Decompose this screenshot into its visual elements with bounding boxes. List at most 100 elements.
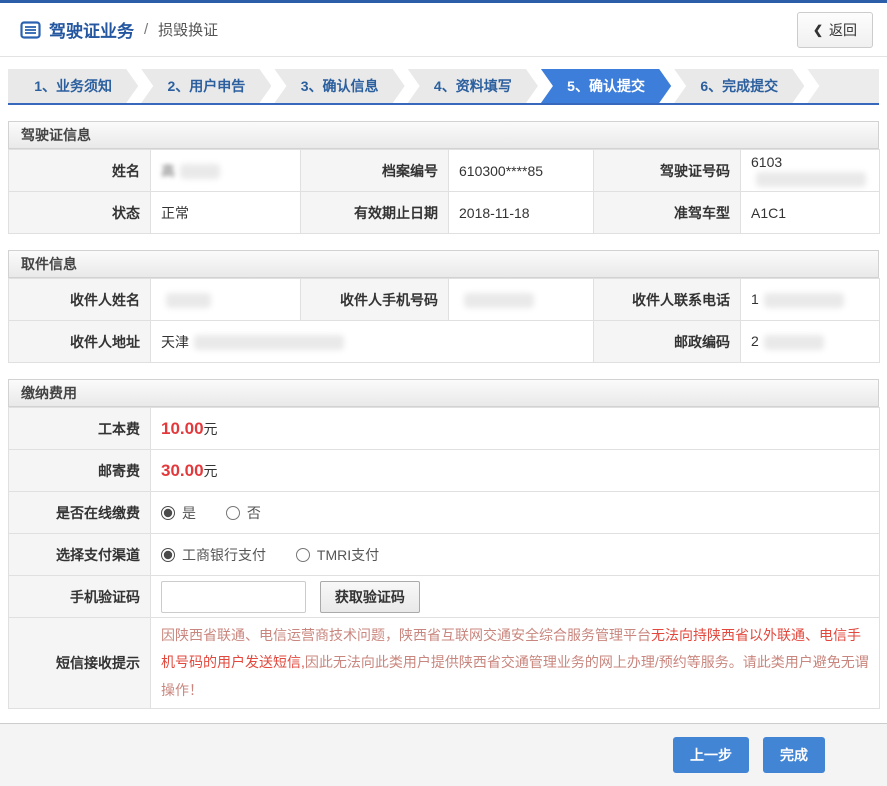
radio-no-label: 否 [246, 504, 261, 521]
fees-table: 工本费 10.00元 邮寄费 30.00元 是否在线缴费 是 否 选择支付渠道 … [8, 407, 880, 709]
previous-step-button[interactable]: 上一步 [673, 736, 749, 773]
radio-tmri-label: TMRI支付 [316, 546, 380, 563]
field-label-postal-code: 邮政编码 [593, 320, 741, 363]
back-button-label: 返回 [829, 21, 857, 38]
table-row: 状态 正常 有效期止日期 2018-11-18 准驾车型 A1C1 [8, 191, 880, 234]
table-row: 选择支付渠道 工商银行支付 TMRI支付 [8, 533, 880, 576]
field-label-recipient-mobile: 收件人手机号码 [300, 278, 449, 321]
step-4-fill-data[interactable]: 4、资料填写 [408, 69, 538, 103]
section-title-fees: 缴纳费用 [8, 379, 879, 407]
redacted-blur [194, 335, 344, 351]
payment-channel-options: 工商银行支付 TMRI支付 [150, 533, 880, 576]
table-row: 是否在线缴费 是 否 [8, 491, 880, 534]
field-label-work-fee: 工本费 [8, 407, 151, 450]
radio-yes[interactable] [161, 505, 175, 520]
radio-option-yes[interactable]: 是 [161, 503, 196, 523]
step-3-confirm-info[interactable]: 3、确认信息 [274, 69, 404, 103]
step-wizard: 1、业务须知 2、用户申告 3、确认信息 4、资料填写 5、确认提交 6、完成提… [8, 69, 880, 105]
license-info-table: 姓名 高 档案编号 610300****85 驾驶证号码 6103 状态 正常 … [8, 149, 880, 234]
visible-prefix: 2 [751, 333, 759, 350]
section-pickup-info: 取件信息 收件人姓名 收件人手机号码 收件人联系电话 1 收件人地址 天津 邮政… [8, 250, 880, 363]
mail-fee-unit: 元 [203, 462, 218, 479]
field-label-file-number: 档案编号 [300, 149, 449, 192]
license-business-icon [20, 20, 41, 39]
step-bar-filler [807, 69, 880, 103]
section-title-pickup: 取件信息 [8, 250, 879, 278]
field-value-postal-code: 2 [740, 320, 880, 363]
radio-option-tmri[interactable]: TMRI支付 [295, 545, 380, 565]
sms-code-cell: 获取验证码 [150, 575, 880, 618]
visible-prefix: 1 [751, 291, 759, 308]
field-label-name: 姓名 [8, 149, 151, 192]
redacted-blur [180, 164, 220, 180]
visible-prefix: 天津 [161, 333, 189, 350]
table-row: 收件人姓名 收件人手机号码 收件人联系电话 1 [8, 278, 880, 321]
field-label-recipient-phone: 收件人联系电话 [593, 278, 741, 321]
sms-notice-text: 因陕西省联通、电信运营商技术问题，陕西省互联网交通安全综合服务管理平台无法向持陕… [150, 617, 880, 709]
section-license-info: 驾驶证信息 姓名 高 档案编号 610300****85 驾驶证号码 6103 … [8, 121, 880, 234]
page-title: 驾驶证业务 [49, 22, 134, 41]
radio-icbc[interactable] [161, 547, 175, 562]
table-row: 工本费 10.00元 [8, 407, 880, 450]
step-2-user-declaration[interactable]: 2、用户申告 [141, 69, 271, 103]
field-value-work-fee: 10.00元 [150, 407, 880, 450]
field-value-file-number: 610300****85 [448, 149, 594, 192]
notice-prefix: 因陕西省联通、电信运营商技术问题，陕西省互联网交通安全综合服务管理平台 [161, 627, 651, 643]
radio-option-icbc[interactable]: 工商银行支付 [161, 545, 266, 565]
chevron-left-icon: ❮ [812, 22, 823, 37]
field-value-recipient-mobile [448, 278, 594, 321]
sms-code-input[interactable] [161, 580, 306, 613]
section-payment-fees: 缴纳费用 工本费 10.00元 邮寄费 30.00元 是否在线缴费 是 否 选择… [8, 379, 880, 709]
field-value-recipient-name [150, 278, 301, 321]
pickup-info-table: 收件人姓名 收件人手机号码 收件人联系电话 1 收件人地址 天津 邮政编码 2 [8, 278, 880, 363]
field-value-mail-fee: 30.00元 [150, 449, 880, 492]
table-row: 收件人地址 天津 邮政编码 2 [8, 320, 880, 363]
breadcrumb-current: 损毁换证 [158, 22, 219, 39]
radio-no[interactable] [225, 505, 240, 520]
section-title-license: 驾驶证信息 [8, 121, 879, 149]
table-row: 姓名 高 档案编号 610300****85 驾驶证号码 6103 [8, 149, 880, 192]
table-row: 手机验证码 获取验证码 [8, 575, 880, 618]
redacted-blur [756, 171, 866, 187]
field-label-status: 状态 [8, 191, 151, 234]
step-5-confirm-submit-active[interactable]: 5、确认提交 [541, 69, 671, 103]
field-label-vehicle-class: 准驾车型 [593, 191, 741, 234]
radio-tmri[interactable] [295, 547, 310, 562]
redacted-blur [166, 292, 211, 308]
field-label-online-payment: 是否在线缴费 [8, 491, 151, 534]
breadcrumb-separator: / [144, 21, 149, 38]
field-value-status: 正常 [150, 191, 301, 234]
mail-fee-amount: 30.00 [161, 460, 204, 480]
step-1-business-notice[interactable]: 1、业务须知 [8, 69, 138, 103]
visible-prefix: 6103 [751, 154, 783, 171]
field-label-payment-channel: 选择支付渠道 [8, 533, 151, 576]
field-label-mail-fee: 邮寄费 [8, 449, 151, 492]
field-label-license-number: 驾驶证号码 [593, 149, 741, 192]
field-value-vehicle-class: A1C1 [740, 191, 880, 234]
field-label-sms-notice: 短信接收提示 [8, 617, 151, 709]
redacted-blur [763, 292, 844, 308]
redacted-text: 高 [161, 162, 175, 179]
field-value-recipient-address: 天津 [150, 320, 594, 363]
field-value-name: 高 [150, 149, 301, 192]
back-button[interactable]: ❮ 返回 [796, 11, 873, 48]
field-value-license-number: 6103 [740, 149, 880, 192]
table-row: 邮寄费 30.00元 [8, 449, 880, 492]
redacted-blur [464, 292, 534, 308]
field-label-recipient-name: 收件人姓名 [8, 278, 151, 321]
page-header: 驾驶证业务 / 损毁换证 ❮ 返回 [0, 3, 887, 57]
table-row: 短信接收提示 因陕西省联通、电信运营商技术问题，陕西省互联网交通安全综合服务管理… [8, 617, 880, 709]
online-payment-options: 是 否 [150, 491, 880, 534]
field-value-expiry-date: 2018-11-18 [448, 191, 594, 234]
field-label-recipient-address: 收件人地址 [8, 320, 151, 363]
radio-icbc-label: 工商银行支付 [182, 546, 266, 563]
radio-option-no[interactable]: 否 [225, 503, 261, 523]
radio-yes-label: 是 [182, 504, 196, 521]
get-sms-code-button[interactable]: 获取验证码 [319, 580, 420, 613]
finish-button[interactable]: 完成 [763, 736, 825, 773]
step-6-complete-submit[interactable]: 6、完成提交 [674, 69, 804, 103]
footer-action-bar: 上一步 完成 [0, 722, 887, 786]
work-fee-amount: 10.00 [161, 418, 204, 438]
field-label-sms-code: 手机验证码 [8, 575, 151, 618]
field-label-expiry-date: 有效期止日期 [300, 191, 449, 234]
